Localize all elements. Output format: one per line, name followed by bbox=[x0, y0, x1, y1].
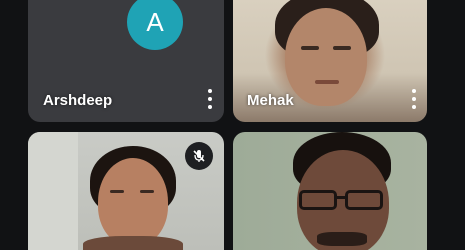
participant-name: Arshdeep bbox=[43, 92, 113, 109]
glasses-left bbox=[299, 190, 337, 210]
participant-tile-mehak[interactable]: Mehak bbox=[233, 0, 427, 122]
participant-tile-3[interactable] bbox=[28, 132, 224, 250]
glasses-right bbox=[345, 190, 383, 210]
mic-off-icon bbox=[185, 142, 213, 170]
participant-tile-arshdeep[interactable]: A Arshdeep bbox=[28, 0, 224, 122]
participant-name: Mehak bbox=[247, 92, 294, 109]
meeting-grid: A Arshdeep Mehak bbox=[0, 0, 465, 250]
participant-face bbox=[98, 158, 168, 246]
participant-face bbox=[285, 8, 367, 106]
more-vert-icon[interactable] bbox=[411, 89, 417, 109]
background-door bbox=[28, 132, 78, 250]
avatar: A bbox=[127, 0, 183, 50]
more-vert-icon[interactable] bbox=[207, 89, 213, 109]
participant-tile-4[interactable] bbox=[233, 132, 427, 250]
